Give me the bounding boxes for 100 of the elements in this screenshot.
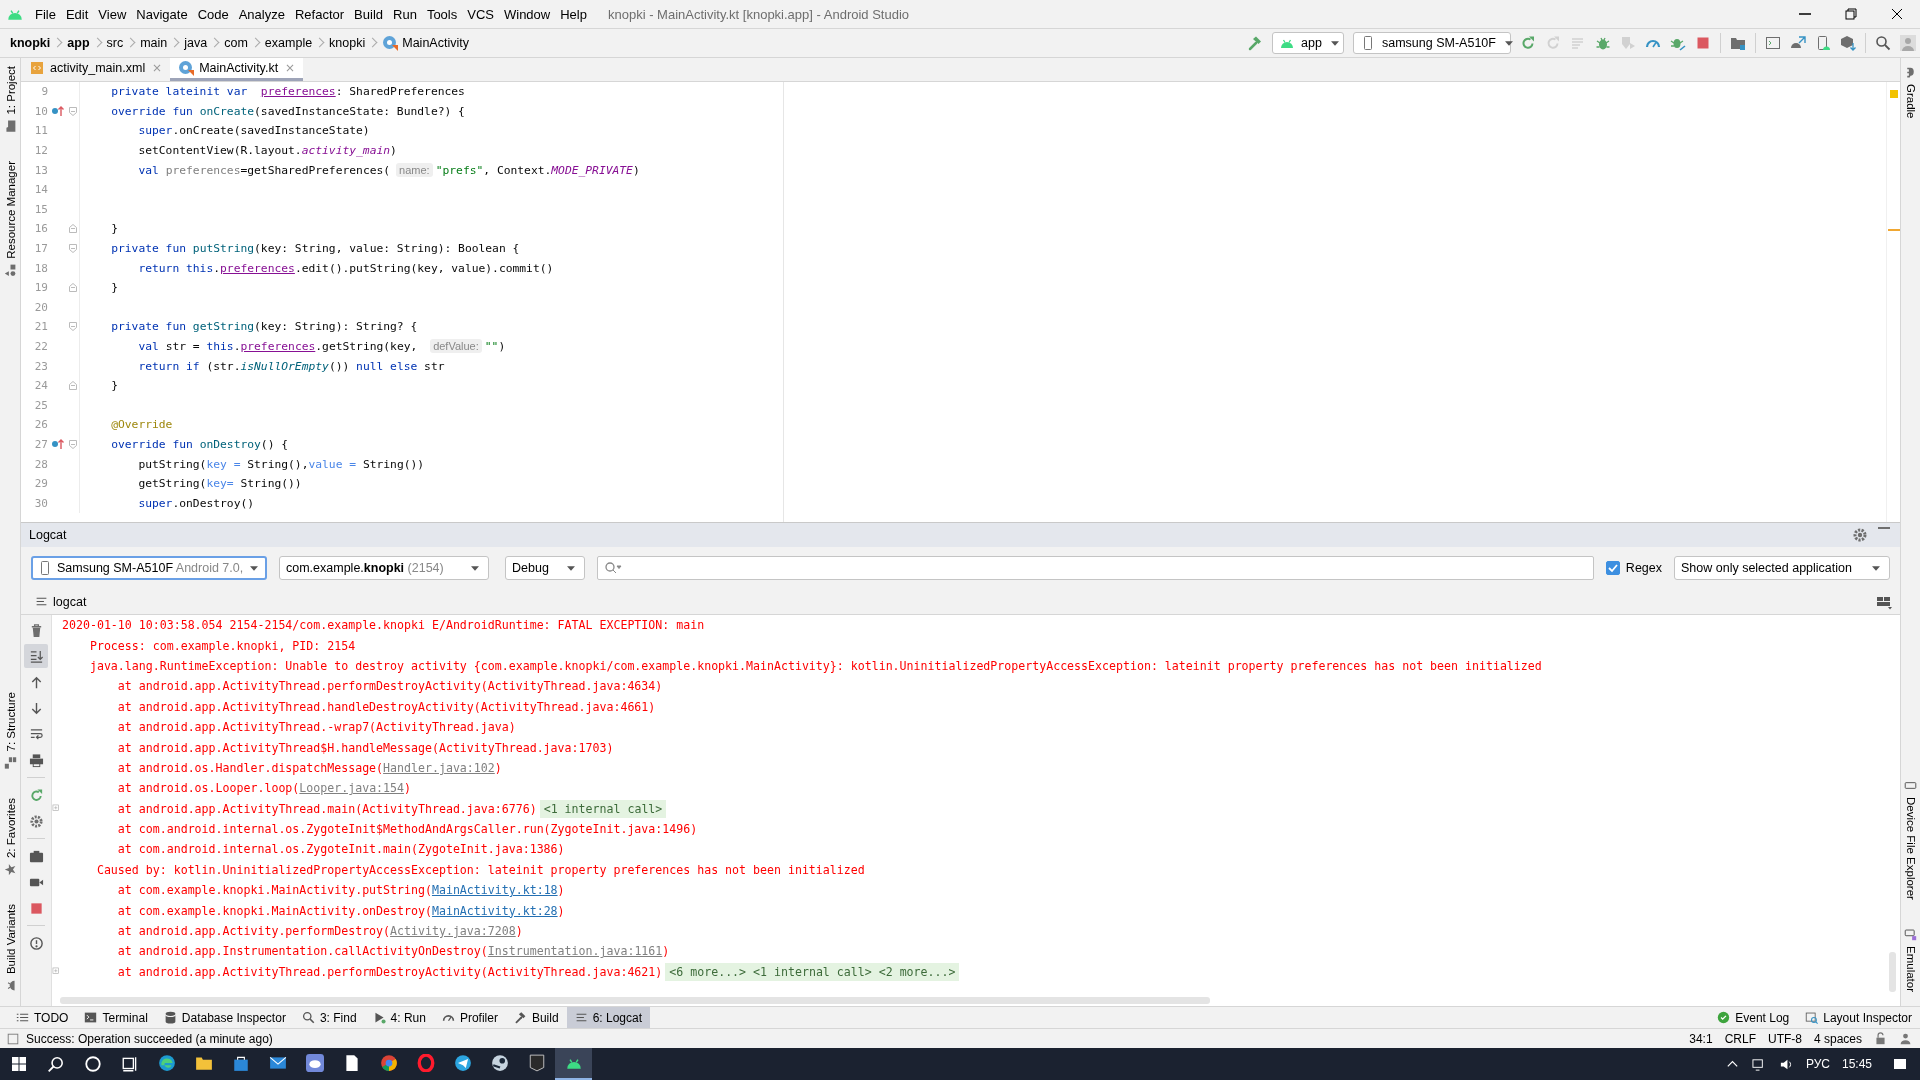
log-line: Caused by: kotlin.UninitializedPropertyAccessException: lateinit property preferences has not been initialized bbox=[95, 862, 865, 877]
code-line: } bbox=[110, 222, 118, 236]
code-line: val str = this.preferences.getString(key, defValue: "") bbox=[137, 340, 506, 353]
tool-window-tab[interactable]: 3: Find bbox=[293, 1007, 365, 1028]
editor-tab[interactable]: MainActivity.kt bbox=[170, 58, 304, 81]
log-line: at android.app.ActivityThread.main(ActivityThread.java:6776) <1 internal call> bbox=[62, 801, 667, 816]
tool-window-button[interactable]: 7: Structure bbox=[3, 692, 17, 770]
code-line: val preferences=getSharedPreferences( name: "prefs", Context.MODE_PRIVATE) bbox=[137, 163, 640, 177]
menu-item[interactable]: Window bbox=[498, 3, 556, 25]
code-line: getString(key= String()) bbox=[137, 477, 302, 491]
tool-window-tab[interactable]: Build bbox=[505, 1007, 567, 1028]
log-line: at android.app.Activity.performDestroy(Activity.java:7208) bbox=[116, 924, 523, 939]
tool-window-button[interactable]: Gradle bbox=[1904, 66, 1917, 119]
code-line: setContentView(R.layout.activity_main) bbox=[137, 144, 397, 158]
menu-item[interactable]: Navigate bbox=[131, 3, 193, 25]
process-dropdown[interactable]: com.example.knopki (2154) bbox=[279, 556, 489, 580]
log-level-dropdown[interactable]: Debug bbox=[505, 556, 585, 580]
run-config-dropdown[interactable]: app bbox=[1272, 32, 1344, 54]
file-encoding[interactable]: UTF-8 bbox=[1767, 1031, 1802, 1046]
code-line: private fun putString(key: String, value: String): Boolean { bbox=[110, 242, 520, 256]
menu-item[interactable]: Analyze bbox=[233, 3, 290, 25]
device-dropdown[interactable]: samsung SM-A510F bbox=[1353, 32, 1511, 54]
line-number: 13 bbox=[33, 163, 49, 177]
log-line: at android.app.Instrumentation.callActivityOnDestroy(Instrumentation.java:1161) bbox=[116, 944, 670, 959]
menu-item[interactable]: Refactor bbox=[289, 3, 350, 25]
cursor-position[interactable]: 34:1 bbox=[1689, 1031, 1713, 1046]
collapsed-frames[interactable]: <6 more...> <1 internal call> <2 more...> bbox=[665, 962, 960, 981]
log-line: at com.example.knopki.MainActivity.putString(MainActivity.kt:18) bbox=[116, 883, 565, 898]
line-number: 17 bbox=[33, 242, 49, 256]
code-line: return if (str.isNullOrEmpty()) null else str bbox=[137, 359, 445, 373]
collapsed-frames[interactable]: <1 internal call> bbox=[539, 799, 667, 818]
breadcrumb[interactable]: main bbox=[140, 32, 185, 54]
menu-item[interactable]: Run bbox=[388, 3, 422, 25]
line-number: 14 bbox=[33, 183, 49, 197]
tool-window-tab[interactable]: TODO bbox=[8, 1007, 77, 1028]
tool-window-tab[interactable]: Database Inspector bbox=[155, 1007, 294, 1028]
code-line: super.onDestroy() bbox=[137, 496, 255, 510]
indent-setting[interactable]: 4 spaces bbox=[1813, 1031, 1862, 1046]
breadcrumb[interactable]: src bbox=[106, 32, 141, 54]
log-line: at android.app.ActivityThread.-wrap7(ActivityThread.java) bbox=[116, 720, 516, 735]
file-link[interactable]: Activity.java:7208 bbox=[390, 924, 516, 939]
filter-dropdown[interactable]: Show only selected application bbox=[1674, 556, 1890, 580]
view-tab[interactable]: logcat bbox=[35, 591, 87, 612]
tool-window-button[interactable]: 1: Project bbox=[3, 66, 17, 133]
menu-item[interactable]: View bbox=[93, 3, 132, 25]
breadcrumb[interactable]: app bbox=[67, 32, 107, 54]
tool-window-tab[interactable]: 4: Run bbox=[364, 1007, 434, 1028]
window-title: knopki - MainActivity.kt [knopki.app] - Android Studio bbox=[607, 6, 910, 22]
menu-item[interactable]: VCS bbox=[462, 3, 499, 25]
status-message: Success: Operation succeeded (a minute ago) bbox=[26, 1031, 273, 1046]
line-separator[interactable]: CRLF bbox=[1724, 1031, 1756, 1046]
tool-window-tab[interactable]: Profiler bbox=[433, 1007, 506, 1028]
log-line: at android.os.Handler.dispatchMessage(Handler.java:102) bbox=[116, 760, 502, 775]
breadcrumb[interactable]: example bbox=[264, 32, 330, 54]
breadcrumb[interactable]: com bbox=[224, 32, 265, 54]
tool-window-button[interactable]: Emulator bbox=[1904, 927, 1917, 992]
line-number: 18 bbox=[33, 261, 49, 275]
tool-window-tab[interactable]: Layout Inspector bbox=[1797, 1007, 1920, 1028]
tool-window-button[interactable]: Build Variants bbox=[3, 903, 17, 992]
code-line: override fun onDestroy() { bbox=[110, 438, 289, 451]
line-number: 30 bbox=[33, 496, 49, 510]
language-indicator[interactable]: РУС bbox=[1805, 1057, 1830, 1071]
breadcrumb[interactable]: knopki bbox=[10, 32, 68, 54]
clock[interactable]: 15:45 bbox=[1841, 1057, 1872, 1071]
tool-window-tab[interactable]: Event Log bbox=[1709, 1007, 1798, 1028]
log-line: java.lang.RuntimeException: Unable to destroy activity {com.example.knopki/com.example.knopki.MainActivity}: kotlin.UninitializedPropertyAccessException: lateinit property preferences has not been initialized bbox=[88, 658, 1542, 673]
line-number: 28 bbox=[33, 457, 49, 471]
log-line: at com.android.internal.os.ZygoteInit$MethodAndArgsCaller.run(ZygoteInit.java:1496) bbox=[116, 822, 698, 837]
tool-window-button[interactable]: Device File Explorer bbox=[1904, 779, 1917, 900]
line-number: 10 bbox=[33, 104, 49, 118]
breadcrumb[interactable]: knopki bbox=[329, 32, 383, 54]
editor-tab[interactable]: activity_main.xml bbox=[21, 58, 171, 81]
device-dropdown[interactable]: Samsung SM-A510F Android 7.0, bbox=[31, 556, 267, 580]
menu-item[interactable]: Help bbox=[555, 3, 592, 25]
menu-item[interactable]: Code bbox=[192, 3, 234, 25]
tool-window-button[interactable]: Resource Manager bbox=[3, 160, 17, 277]
line-number: 15 bbox=[33, 202, 49, 216]
log-line: at android.app.ActivityThread.performDestroyActivity(ActivityThread.java:4634) bbox=[116, 679, 663, 694]
file-link[interactable]: Handler.java:102 bbox=[383, 760, 495, 775]
breadcrumb[interactable]: MainActivity bbox=[382, 32, 486, 54]
line-number: 22 bbox=[33, 340, 49, 353]
code-line: putString(key = String(),value = String()) bbox=[137, 457, 425, 471]
tool-window-button[interactable]: 2: Favorites bbox=[3, 797, 17, 876]
code-line: } bbox=[110, 281, 118, 295]
line-number: 21 bbox=[33, 320, 49, 334]
file-link[interactable]: Instrumentation.java:1161 bbox=[487, 944, 663, 959]
menu-item[interactable]: Build bbox=[349, 3, 388, 25]
file-link[interactable]: MainActivity.kt:28 bbox=[431, 903, 558, 918]
breadcrumb[interactable]: java bbox=[184, 32, 225, 54]
log-line: at android.app.ActivityThread.handleDestroyActivity(ActivityThread.java:4661) bbox=[116, 699, 656, 714]
line-number: 16 bbox=[33, 222, 49, 236]
tool-window-tab[interactable]: 6: Logcat bbox=[566, 1007, 650, 1028]
code-line: @Override bbox=[110, 418, 173, 432]
file-link[interactable]: Looper.java:154 bbox=[299, 781, 405, 796]
menu-item[interactable]: File bbox=[30, 3, 61, 25]
menu-item[interactable]: Tools bbox=[421, 3, 463, 25]
checkbox-label[interactable]: Regex bbox=[1625, 561, 1662, 575]
tool-window-tab[interactable]: Terminal bbox=[76, 1007, 156, 1028]
file-link[interactable]: MainActivity.kt:18 bbox=[431, 883, 558, 898]
menu-item[interactable]: Edit bbox=[60, 3, 94, 25]
